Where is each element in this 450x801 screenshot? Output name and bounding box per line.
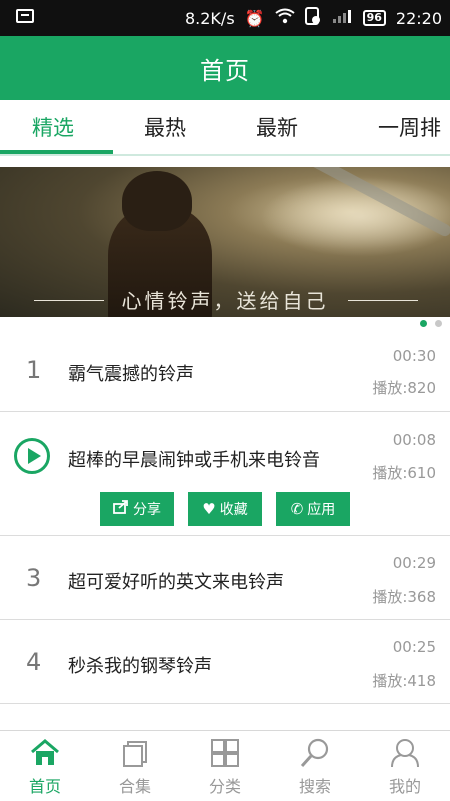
heart-icon: ♥	[202, 500, 216, 518]
search-icon	[300, 738, 329, 768]
network-speed: 8.2K/s	[184, 8, 235, 28]
play-icon[interactable]	[14, 438, 50, 474]
play-count: 播放:368	[372, 588, 436, 606]
bottom-nav: 首页 合集 分类 搜索 我的	[0, 730, 450, 801]
page-title: 首页	[200, 56, 250, 85]
tab-weekly[interactable]: 一周排	[378, 112, 441, 142]
action-buttons: 分享 ♥ 收藏 ✆ 应用	[100, 492, 350, 526]
nav-profile[interactable]: 我的	[360, 731, 450, 801]
share-icon	[113, 500, 129, 518]
signal-icon	[331, 8, 353, 28]
nav-collection-label: 合集	[118, 777, 151, 796]
category-grid-icon	[211, 739, 239, 767]
rank-number: 1	[26, 356, 42, 384]
phone-icon: ✆	[290, 500, 304, 518]
favorite-button[interactable]: ♥ 收藏	[188, 492, 262, 526]
list-item[interactable]: 1 霸气震撼的铃声 00:30 播放:820	[0, 330, 450, 412]
tab-newest[interactable]: 最新	[256, 112, 298, 142]
nav-search[interactable]: 搜索	[270, 731, 360, 801]
nav-home-label: 首页	[28, 777, 61, 796]
ringtone-title: 超棒的早晨闹钟或手机来电铃音	[68, 450, 320, 471]
ringtone-title: 霸气震撼的铃声	[68, 364, 194, 385]
share-label: 分享	[133, 502, 161, 518]
favorite-label: 收藏	[219, 502, 248, 518]
duration: 00:08	[392, 431, 436, 449]
status-bar: 8.2K/s ⏰ 96 22:20	[0, 0, 450, 36]
list-item[interactable]: 4 秒杀我的钢琴铃声 00:25 播放:418	[0, 620, 450, 704]
share-button[interactable]: 分享	[100, 492, 174, 526]
banner[interactable]: 心情铃声，送给自己	[0, 167, 450, 317]
duration: 00:30	[392, 347, 436, 365]
app-bar: 首页	[0, 36, 450, 100]
collection-icon	[123, 741, 147, 767]
nav-home[interactable]: 首页	[0, 731, 90, 801]
wifi-icon	[274, 8, 295, 28]
banner-dot-2[interactable]	[435, 320, 442, 327]
nav-search-label: 搜索	[298, 777, 331, 796]
tab-hottest[interactable]: 最热	[144, 112, 186, 142]
duration: 00:25	[392, 638, 436, 656]
duration: 00:29	[392, 554, 436, 572]
list-item[interactable]: 3 超可爱好听的英文来电铃声 00:29 播放:368	[0, 536, 450, 620]
status-right: 8.2K/s ⏰ 96 22:20	[185, 7, 442, 29]
list-item-expanded[interactable]: 超棒的早晨闹钟或手机来电铃音 00:08 播放:610 分享 ♥ 收藏 ✆ 应用	[0, 412, 450, 536]
banner-figure-head	[122, 171, 192, 231]
play-count: 播放:418	[372, 672, 436, 690]
play-count: 播放:610	[372, 464, 436, 482]
tab-indicator	[0, 150, 113, 154]
play-count: 播放:820	[372, 379, 436, 397]
nav-profile-label: 我的	[388, 777, 421, 796]
sim-icon	[304, 7, 321, 29]
battery-icon: 96	[362, 10, 386, 26]
banner-pagination	[420, 320, 442, 327]
banner-dot-1[interactable]	[420, 320, 427, 327]
rank-number: 4	[26, 648, 42, 676]
ringtone-title: 超可爱好听的英文来电铃声	[68, 572, 284, 593]
nav-category-label: 分类	[208, 777, 241, 796]
profile-icon	[391, 739, 419, 768]
screenshot-icon	[16, 9, 34, 23]
home-icon	[31, 739, 59, 765]
clock: 22:20	[395, 8, 442, 28]
nav-category[interactable]: 分类	[180, 731, 270, 801]
rank-number: 3	[26, 564, 42, 592]
nav-collection[interactable]: 合集	[90, 731, 180, 801]
alarm-icon: ⏰	[244, 8, 265, 28]
apply-label: 应用	[307, 502, 336, 518]
banner-caption: 心情铃声，送给自己	[121, 289, 329, 313]
apply-button[interactable]: ✆ 应用	[276, 492, 350, 526]
tab-bar: 精选 最热 最新 一周排	[0, 100, 450, 156]
tab-featured[interactable]: 精选	[32, 112, 74, 142]
ringtone-title: 秒杀我的钢琴铃声	[68, 656, 212, 677]
